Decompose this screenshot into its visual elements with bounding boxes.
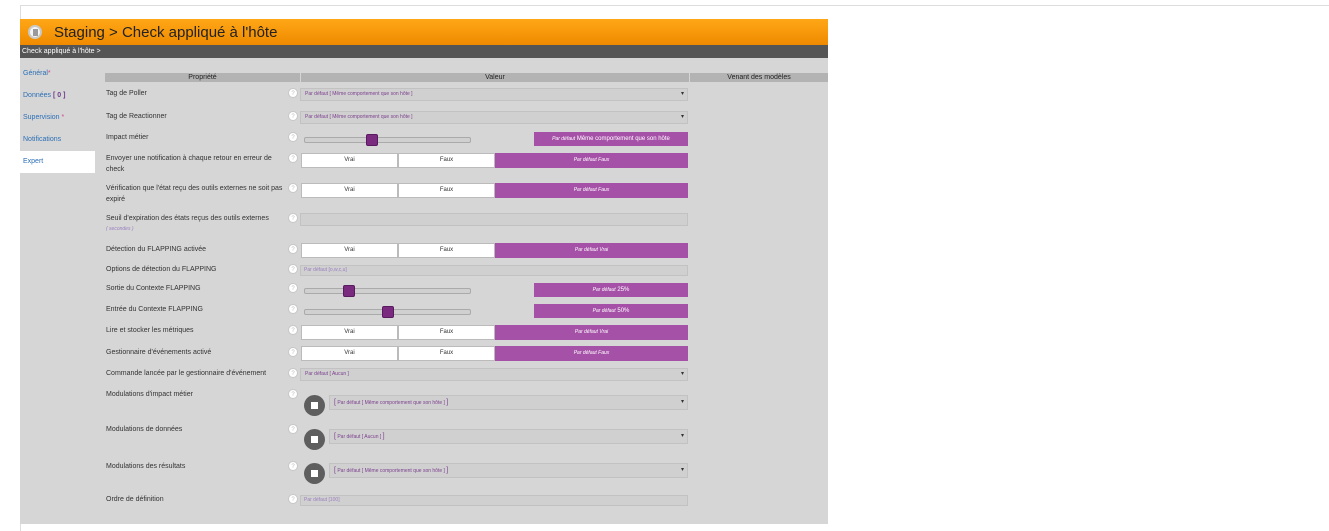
true-option[interactable]: Vrai <box>301 153 398 168</box>
slider-handle[interactable] <box>343 285 355 297</box>
label-flap-detection: Détection du FLAPPING activée <box>106 246 206 253</box>
flap-low-default-button[interactable]: Par défaut 25% <box>534 283 688 297</box>
help-icon[interactable]: ? <box>288 494 298 504</box>
column-header-property: Propriété <box>105 73 300 82</box>
help-icon[interactable]: ? <box>288 244 298 254</box>
label-flap-low: Sortie du Contexte FLAPPING <box>106 285 201 292</box>
perfdata-toggle[interactable]: Vrai Faux Par défaut Vrai <box>301 325 688 340</box>
label-reactionner-tag: Tag de Reactionner <box>106 113 167 120</box>
definition-order-input[interactable]: Par défaut [100] <box>300 495 688 506</box>
help-icon[interactable]: ? <box>288 424 298 434</box>
help-icon[interactable]: ? <box>288 264 298 274</box>
default-option[interactable]: Par défaut Faux <box>495 183 688 198</box>
flap-high-default-button[interactable]: Par défaut 50% <box>534 304 688 318</box>
event-handler-command-select[interactable]: Par défaut [ Aucun ] ▾ <box>300 368 688 381</box>
freshness-toggle[interactable]: Vrai Faux Par défaut Faux <box>301 183 688 198</box>
column-header-value: Valeur <box>301 73 689 82</box>
impact-modulations-select[interactable]: [ Par défaut [ Même comportement que son… <box>329 395 688 410</box>
title-bar: Staging > Check appliqué à l'hôte <box>20 19 828 45</box>
help-icon[interactable]: ? <box>288 368 298 378</box>
true-option[interactable]: Vrai <box>301 325 398 340</box>
label-flap-high: Entrée du Contexte FLAPPING <box>106 306 203 313</box>
help-icon[interactable]: ? <box>288 461 298 471</box>
app-window: Staging > Check appliqué à l'hôte Check … <box>20 19 828 524</box>
tab-supervision[interactable]: Supervision * <box>20 107 95 129</box>
true-option[interactable]: Vrai <box>301 183 398 198</box>
caret-down-icon: ▾ <box>680 399 684 405</box>
notif-retry-toggle[interactable]: Vrai Faux Par défaut Faux <box>301 153 688 168</box>
flap-low-slider[interactable] <box>304 285 471 297</box>
poller-tag-select[interactable]: Par défaut [ Même comportement que son h… <box>300 88 688 101</box>
event-handler-toggle[interactable]: Vrai Faux Par défaut Faux <box>301 346 688 361</box>
tab-notifications[interactable]: Notifications <box>20 129 95 151</box>
default-option[interactable]: Par défaut Faux <box>495 153 688 168</box>
column-header-models: Venant des modèles <box>690 73 828 82</box>
help-icon[interactable]: ? <box>288 111 298 121</box>
flap-detection-toggle[interactable]: Vrai Faux Par défaut Vrai <box>301 243 688 258</box>
label-data-modulations: Modulations de données <box>106 426 183 433</box>
label-flap-options: Options de détection du FLAPPING <box>106 266 217 273</box>
database-icon <box>28 25 42 39</box>
label-freshness-check: Vérification que l'état reçu des outils … <box>106 185 283 203</box>
false-option[interactable]: Faux <box>398 325 495 340</box>
label-event-handler-command: Commande lancée par le gestionnaire d'év… <box>106 370 267 377</box>
help-icon[interactable]: ? <box>288 132 298 142</box>
freshness-threshold-input[interactable] <box>300 213 688 226</box>
slider-handle[interactable] <box>382 306 394 318</box>
true-option[interactable]: Vrai <box>301 346 398 361</box>
label-event-handler-enabled: Gestionnaire d'événements activé <box>106 349 212 356</box>
help-icon[interactable]: ? <box>288 304 298 314</box>
unit-hint: ( secondes ) <box>106 226 134 232</box>
caret-down-icon: ▾ <box>680 114 684 120</box>
help-icon[interactable]: ? <box>288 389 298 399</box>
false-option[interactable]: Faux <box>398 183 495 198</box>
help-icon[interactable]: ? <box>288 347 298 357</box>
caret-down-icon: ▾ <box>680 467 684 473</box>
breadcrumb[interactable]: Check appliqué à l'hôte > <box>20 45 828 58</box>
caret-down-icon: ▾ <box>680 433 684 439</box>
flap-high-slider[interactable] <box>304 306 471 318</box>
slider-handle[interactable] <box>366 134 378 146</box>
data-modulations-select[interactable]: [ Par défaut [ Aucun ] ] ▾ <box>329 429 688 444</box>
label-notif-retry: Envoyer une notification à chaque retour… <box>106 155 272 173</box>
tab-general[interactable]: Général* <box>20 63 95 85</box>
business-impact-slider[interactable] <box>304 134 471 146</box>
help-icon[interactable]: ? <box>288 183 298 193</box>
default-option[interactable]: Par défaut Faux <box>495 346 688 361</box>
caret-down-icon: ▾ <box>680 91 684 97</box>
false-option[interactable]: Faux <box>398 243 495 258</box>
caret-down-icon: ▾ <box>680 371 684 377</box>
label-freshness-threshold: Seuil d'expiration des états reçus des o… <box>106 213 288 235</box>
label-definition-order: Ordre de définition <box>106 496 164 503</box>
label-business-impact: Impact métier <box>106 134 149 141</box>
help-icon[interactable]: ? <box>288 325 298 335</box>
sidebar: Général* Données [ 0 ] Supervision * Not… <box>20 58 95 524</box>
tab-donnees[interactable]: Données [ 0 ] <box>20 85 95 107</box>
stop-icon[interactable] <box>304 395 325 416</box>
result-modulations-select[interactable]: [ Par défaut [ Même comportement que son… <box>329 463 688 478</box>
label-poller-tag: Tag de Poller <box>106 90 147 97</box>
true-option[interactable]: Vrai <box>301 243 398 258</box>
false-option[interactable]: Faux <box>398 346 495 361</box>
reactionner-tag-select[interactable]: Par défaut [ Même comportement que son h… <box>300 111 688 124</box>
page-title: Staging > Check appliqué à l'hôte <box>54 23 278 41</box>
help-icon[interactable]: ? <box>288 153 298 163</box>
label-perfdata: Lire et stocker les métriques <box>106 327 194 334</box>
false-option[interactable]: Faux <box>398 153 495 168</box>
stop-icon[interactable] <box>304 463 325 484</box>
label-result-modulations: Modulations des résultats <box>106 463 186 470</box>
help-icon[interactable]: ? <box>288 213 298 223</box>
flap-options-input[interactable]: Par défaut [o,w,c,u] <box>300 265 688 276</box>
stop-icon[interactable] <box>304 429 325 450</box>
help-icon[interactable]: ? <box>288 88 298 98</box>
properties-panel: Propriété Valeur Venant des modèles Tag … <box>95 58 828 524</box>
business-impact-default-button[interactable]: Par défaut Même comportement que son hôt… <box>534 132 688 146</box>
label-impact-modulations: Modulations d'impact métier <box>106 391 193 398</box>
default-option[interactable]: Par défaut Vrai <box>495 243 688 258</box>
tab-expert[interactable]: Expert <box>20 151 95 173</box>
default-option[interactable]: Par défaut Vrai <box>495 325 688 340</box>
help-icon[interactable]: ? <box>288 283 298 293</box>
